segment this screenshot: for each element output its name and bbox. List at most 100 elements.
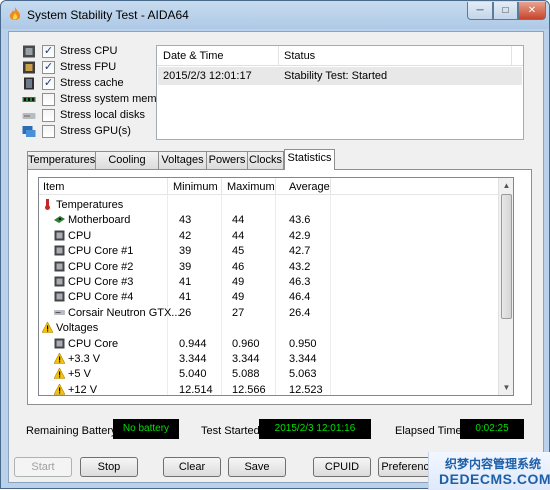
group-row[interactable]: Temperatures — [39, 198, 499, 213]
min-value: 41 — [179, 291, 192, 304]
stress-cache-option[interactable]: ✓ Stress cache — [22, 76, 152, 92]
stress-cpu-checkbox[interactable]: ✓ — [42, 45, 55, 58]
warning-icon — [41, 321, 54, 333]
avg-value: 12.523 — [289, 383, 323, 396]
title-bar[interactable]: System Stability Test - AIDA64 ─ □ ✕ — [1, 1, 549, 29]
close-button[interactable]: ✕ — [518, 2, 546, 20]
table-row[interactable]: CPU Core #2 39 46 43.2 — [39, 260, 499, 275]
avg-value: 26.4 — [289, 306, 311, 319]
stress-memory-option[interactable]: Stress system memory — [22, 92, 172, 108]
statistics-header: Item Minimum Maximum Average — [39, 178, 499, 195]
elapsed-display: 0:02:25 — [460, 419, 524, 439]
tab-voltages[interactable]: Voltages — [158, 151, 207, 169]
log-status: Stability Test: Started — [284, 70, 388, 82]
drive-icon — [54, 307, 65, 318]
chip-icon — [54, 261, 65, 272]
item-label: CPU Core — [68, 337, 119, 350]
chip-icon — [54, 338, 65, 349]
elapsed-label: Elapsed Time: — [395, 425, 465, 437]
table-row[interactable]: Motherboard 43 44 43.6 — [39, 213, 499, 228]
start-button[interactable]: Start — [14, 457, 72, 477]
maximize-button[interactable]: □ — [493, 2, 518, 20]
avg-value: 42.9 — [289, 229, 311, 242]
chip-icon — [54, 291, 65, 302]
tab-statistics[interactable]: Statistics — [284, 149, 335, 170]
column-divider — [330, 178, 331, 195]
stress-cpu-label: Stress CPU — [60, 45, 118, 57]
table-row[interactable]: +5 V 5.040 5.088 5.063 — [39, 367, 499, 382]
chip-icon — [54, 245, 65, 256]
column-average[interactable]: Average — [289, 181, 330, 193]
disk-icon — [22, 113, 36, 119]
table-row[interactable]: +3.3 V 3.344 3.344 3.344 — [39, 352, 499, 367]
tab-powers[interactable]: Powers — [206, 151, 248, 169]
stress-fpu-checkbox[interactable]: ✓ — [42, 61, 55, 74]
item-label: Voltages — [56, 322, 99, 335]
max-value: 49 — [232, 276, 245, 288]
item-label: CPU Core #2 — [68, 260, 134, 273]
max-value: 27 — [232, 306, 245, 319]
group-row[interactable]: Voltages — [39, 321, 499, 336]
stress-gpu-label: Stress GPU(s) — [60, 125, 131, 137]
item-label: +5 V — [68, 368, 91, 381]
log-column-datetime[interactable]: Date & Time — [163, 50, 224, 62]
scroll-thumb[interactable] — [501, 194, 512, 319]
memory-icon — [22, 97, 36, 102]
log-list[interactable]: Date & Time Status 2015/2/3 12:01:17 Sta… — [156, 45, 524, 140]
watermark-line2: DEDECMS.COM — [439, 471, 550, 487]
avg-value: 43.6 — [289, 214, 311, 227]
table-row[interactable]: CPU Core #4 41 49 46.4 — [39, 290, 499, 305]
battery-label: Remaining Battery: — [26, 425, 120, 437]
cache-icon — [24, 77, 34, 90]
thermometer-icon — [42, 199, 53, 210]
stress-disks-option[interactable]: Stress local disks — [22, 108, 152, 124]
scroll-up-icon[interactable]: ▲ — [499, 178, 513, 193]
minimize-button[interactable]: ─ — [467, 2, 493, 20]
tab-temperatures[interactable]: Temperatures — [27, 151, 96, 169]
log-column-status[interactable]: Status — [284, 50, 315, 62]
min-value: 3.344 — [179, 353, 207, 365]
column-item[interactable]: Item — [43, 181, 64, 193]
stress-memory-checkbox[interactable] — [42, 93, 55, 106]
stress-options: ✓ Stress CPU ✓ Stress FPU ✓ Stress cache… — [22, 44, 172, 140]
avg-value: 46.3 — [289, 276, 311, 288]
max-value: 3.344 — [232, 353, 260, 365]
stress-disks-label: Stress local disks — [60, 109, 145, 121]
stress-disks-checkbox[interactable] — [42, 109, 55, 122]
item-label: CPU Core #3 — [68, 276, 134, 288]
vertical-scrollbar[interactable]: ▲ ▼ — [498, 178, 513, 395]
stress-fpu-option[interactable]: ✓ Stress FPU — [22, 60, 152, 76]
clear-button[interactable]: Clear — [163, 457, 221, 477]
table-row[interactable]: CPU 42 44 42.9 — [39, 229, 499, 244]
save-button[interactable]: Save — [228, 457, 286, 477]
column-divider — [278, 46, 279, 66]
cpuid-button[interactable]: CPUID — [313, 457, 371, 477]
min-value: 26 — [179, 306, 192, 319]
stress-gpu-option[interactable]: Stress GPU(s) — [22, 124, 152, 140]
column-divider — [275, 178, 276, 195]
column-maximum[interactable]: Maximum — [227, 181, 275, 193]
motherboard-icon — [54, 214, 65, 225]
stress-gpu-checkbox[interactable] — [42, 125, 55, 138]
stress-cache-checkbox[interactable]: ✓ — [42, 77, 55, 90]
tab-strip: Temperatures Cooling Fans Voltages Power… — [27, 149, 527, 182]
table-row[interactable]: CPU Core 0.944 0.960 0.950 — [39, 337, 499, 352]
tab-cooling-fans[interactable]: Cooling Fans — [95, 151, 159, 182]
stop-button[interactable]: Stop — [80, 457, 138, 477]
item-label: Temperatures — [56, 199, 124, 211]
avg-value: 43.2 — [289, 260, 311, 273]
avg-value: 5.063 — [289, 368, 317, 381]
table-row[interactable]: CPU Core #1 39 45 42.7 — [39, 244, 499, 259]
tab-clocks[interactable]: Clocks — [247, 151, 284, 169]
column-minimum[interactable]: Minimum — [173, 181, 218, 193]
scroll-down-icon[interactable]: ▼ — [499, 380, 513, 395]
table-row[interactable]: +12 V 12.514 12.566 12.523 — [39, 383, 499, 396]
fpu-icon — [23, 61, 35, 74]
min-value: 12.514 — [179, 383, 213, 396]
table-row[interactable]: Corsair Neutron GTX... 26 27 26.4 — [39, 306, 499, 321]
stress-cpu-option[interactable]: ✓ Stress CPU — [22, 44, 152, 60]
statistics-table[interactable]: Item Minimum Maximum Average Temperature… — [38, 177, 514, 396]
log-row[interactable]: 2015/2/3 12:01:17 Stability Test: Starte… — [158, 67, 522, 85]
max-value: 49 — [232, 291, 245, 304]
table-row[interactable]: CPU Core #3 41 49 46.3 — [39, 275, 499, 290]
